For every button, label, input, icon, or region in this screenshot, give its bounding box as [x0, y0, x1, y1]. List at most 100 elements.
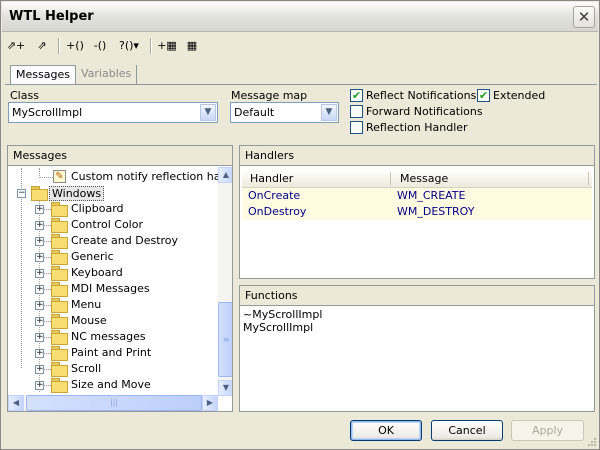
column-header-message[interactable]: Message: [400, 172, 448, 185]
tree-item[interactable]: + Scroll: [9, 361, 209, 377]
add-message-icon[interactable]: +(): [64, 36, 86, 56]
expand-icon[interactable]: +: [35, 349, 44, 358]
functions-panel-title: Functions: [240, 286, 594, 306]
tree-item[interactable]: ✎ Custom notify reflection handler: [9, 169, 218, 185]
folder-icon: [51, 202, 68, 217]
tree-item-label: Windows: [49, 186, 105, 201]
tab-variables[interactable]: Variables: [76, 65, 138, 84]
scroll-left-icon[interactable]: ◀: [8, 395, 24, 411]
tree-item-label: Clipboard: [71, 202, 124, 215]
tree-item[interactable]: + Paint and Print: [9, 345, 209, 361]
checkbox-check-icon[interactable]: ✔: [350, 89, 363, 102]
checkbox-box[interactable]: [350, 121, 363, 134]
tree-item-label: Mouse: [71, 314, 107, 327]
expand-icon[interactable]: +: [35, 317, 44, 326]
list-item[interactable]: ~MyScrollImpl: [243, 308, 322, 321]
expand-icon[interactable]: +: [35, 269, 44, 278]
extended-checkbox[interactable]: ✔ Extended: [477, 89, 547, 103]
checkbox-check-icon[interactable]: ✔: [477, 89, 490, 102]
tree-item-label: Scroll: [71, 362, 102, 375]
reflection-handler-checkbox[interactable]: Reflection Handler: [350, 121, 470, 135]
scroll-up-icon[interactable]: ▲: [218, 167, 232, 183]
message-map-combobox[interactable]: Default ▼: [230, 102, 339, 123]
tree-item-label: Custom notify reflection handler: [71, 170, 218, 183]
apply-button[interactable]: Apply: [511, 420, 584, 441]
chevron-down-icon[interactable]: ▼: [321, 104, 337, 121]
title-bar[interactable]: WTL Helper ✕: [2, 2, 598, 32]
tree-item[interactable]: + Mouse: [9, 313, 209, 329]
folder-icon: [51, 234, 68, 249]
messages-tree[interactable]: ✎ Custom notify reflection handler − Window…: [9, 168, 218, 396]
expand-icon[interactable]: +: [35, 221, 44, 230]
ok-button[interactable]: OK: [350, 420, 422, 441]
toolbar-separator: [150, 38, 152, 54]
tree-item[interactable]: + Clipboard: [9, 201, 209, 217]
options-dropdown-icon[interactable]: ?()▾: [113, 36, 145, 56]
tree-item-label: NC messages: [71, 330, 146, 343]
tree-item[interactable]: + Size and Move: [9, 377, 209, 393]
messages-panel-title: Messages: [8, 146, 232, 166]
reflection-handler-label: Reflection Handler: [366, 121, 468, 134]
resize-grip-icon[interactable]: [587, 437, 597, 447]
expand-icon[interactable]: +: [35, 237, 44, 246]
expand-icon[interactable]: +: [35, 333, 44, 342]
messages-vertical-scrollbar[interactable]: ▲ ≡ ▼: [218, 167, 232, 396]
scroll-right-icon[interactable]: ▶: [202, 395, 218, 411]
folder-open-icon: [31, 186, 48, 201]
variables-icon[interactable]: ▦: [181, 36, 203, 56]
forward-notifications-label: Forward Notifications: [366, 105, 483, 118]
column-header-handler[interactable]: Handler: [250, 172, 293, 185]
tree-item[interactable]: + NC messages: [9, 329, 209, 345]
messages-horizontal-scrollbar[interactable]: ◀ ||| ▶: [8, 395, 218, 411]
tree-item[interactable]: + Generic: [9, 249, 209, 265]
class-combobox[interactable]: MyScrollImpl ▼: [8, 102, 218, 123]
table-row[interactable]: OnDestroy WM_DESTROY: [242, 204, 592, 220]
toolbar: ⇗+ ⇗ +() -() ?()▾ +▦ ▦: [3, 34, 597, 58]
tree-item[interactable]: + Create and Destroy: [9, 233, 209, 249]
tree-item[interactable]: + Control Color: [9, 217, 209, 233]
functions-panel: Functions ~MyScrollImpl MyScrollImpl: [239, 285, 595, 412]
checkbox-box[interactable]: [350, 105, 363, 118]
edit-note-icon: ✎: [53, 170, 66, 183]
expand-icon[interactable]: +: [35, 301, 44, 310]
folder-icon: [51, 218, 68, 233]
tab-divider: [5, 84, 597, 85]
scroll-thumb[interactable]: |||: [26, 395, 202, 411]
reflect-notifications-checkbox[interactable]: ✔ Reflect Notifications: [350, 89, 476, 103]
expand-icon[interactable]: +: [35, 285, 44, 294]
list-item[interactable]: MyScrollImpl: [243, 321, 313, 334]
tree-item-label: Paint and Print: [71, 346, 152, 359]
scroll-down-icon[interactable]: ▼: [218, 380, 232, 396]
cancel-button[interactable]: Cancel: [431, 420, 503, 441]
expand-icon[interactable]: +: [35, 205, 44, 214]
forward-notifications-checkbox[interactable]: Forward Notifications: [350, 105, 483, 119]
tree-item[interactable]: + Keyboard: [9, 265, 209, 281]
tree-guide-line: [39, 177, 53, 178]
expand-icon[interactable]: +: [35, 365, 44, 374]
delete-function-icon[interactable]: -(): [89, 36, 111, 56]
column-divider[interactable]: [390, 172, 391, 185]
tree-item[interactable]: + MDI Messages: [9, 281, 209, 297]
handlers-panel: Handlers Handler Message OnCreate WM_CRE…: [239, 145, 595, 279]
tab-messages[interactable]: Messages: [10, 65, 76, 84]
tree-item-windows[interactable]: − Windows: [9, 185, 209, 201]
messages-panel: Messages ✎ Custom notify reflection handl…: [7, 145, 233, 412]
tree-item-label: MDI Messages: [71, 282, 150, 295]
add-handler-icon[interactable]: ⇗+: [5, 36, 27, 56]
folder-icon: [51, 266, 68, 281]
expand-icon[interactable]: +: [35, 253, 44, 262]
collapse-icon[interactable]: −: [17, 189, 26, 198]
tree-item-label: Size and Move: [71, 378, 151, 391]
expand-icon[interactable]: +: [35, 381, 44, 390]
tree-item-label: Generic: [71, 250, 114, 263]
close-button[interactable]: ✕: [573, 6, 595, 28]
column-divider[interactable]: [588, 172, 589, 185]
tree-item[interactable]: + Menu: [9, 297, 209, 313]
folder-icon: [51, 378, 68, 393]
handler-cell: OnCreate: [248, 189, 301, 202]
table-row[interactable]: OnCreate WM_CREATE: [242, 188, 592, 204]
scroll-thumb[interactable]: ≡: [218, 302, 232, 377]
chevron-down-icon[interactable]: ▼: [200, 104, 216, 121]
add-function-icon[interactable]: ⇗: [31, 36, 53, 56]
add-variable-icon[interactable]: +▦: [156, 36, 178, 56]
